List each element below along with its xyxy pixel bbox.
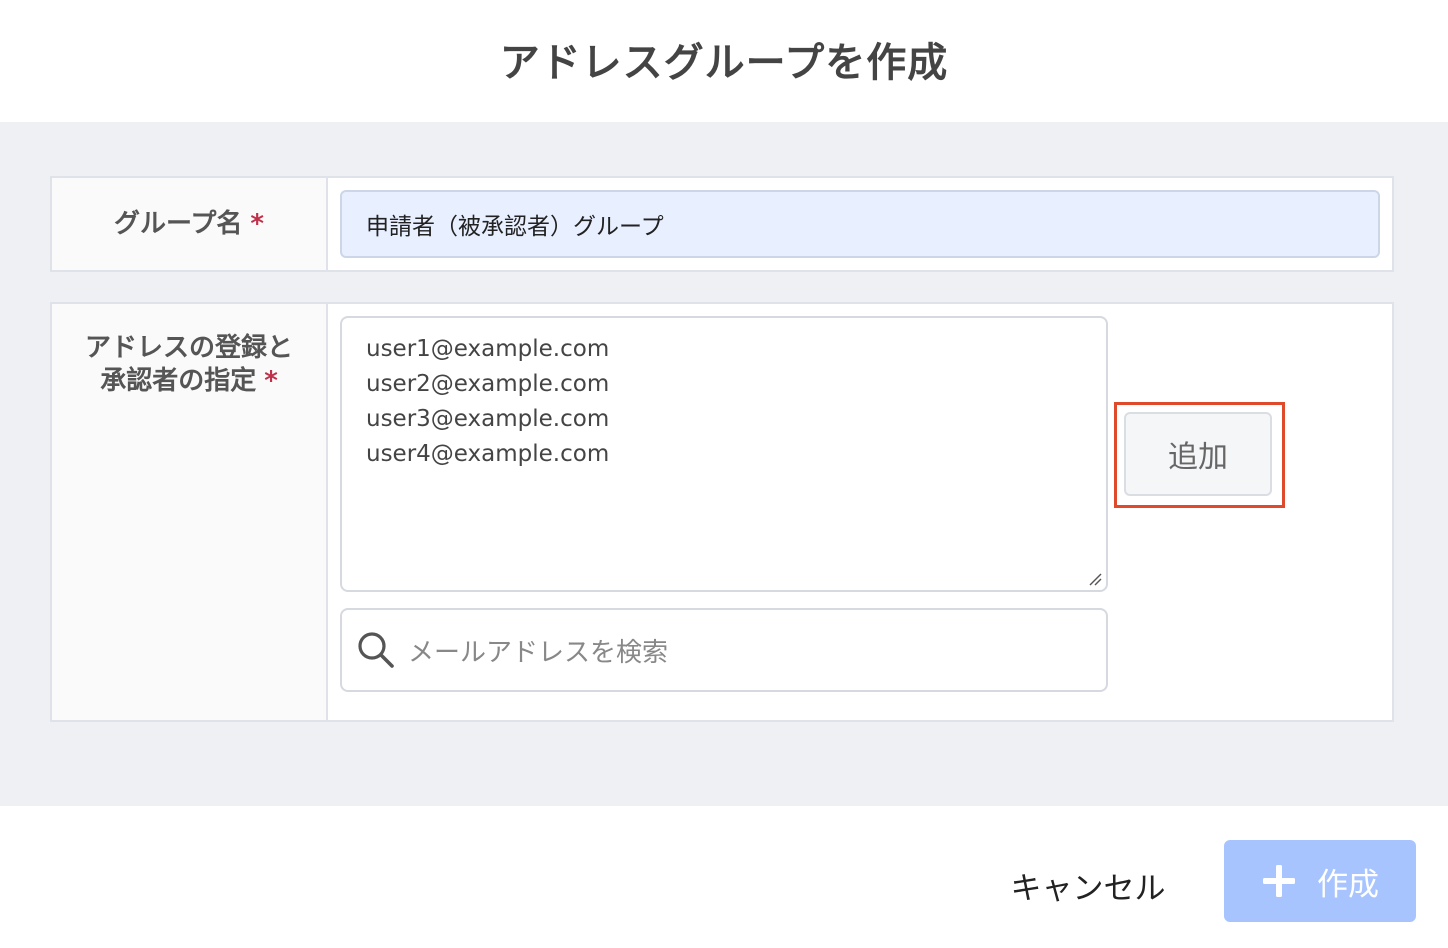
cancel-button[interactable]: キャンセル xyxy=(996,860,1180,910)
search-icon xyxy=(358,632,394,668)
cancel-button-label: キャンセル xyxy=(1010,870,1166,907)
dialog-header: アドレスグループを作成 xyxy=(0,0,1448,122)
plus-icon xyxy=(1263,865,1295,897)
email-line: user4@example.com xyxy=(366,441,610,467)
required-mark: * xyxy=(264,366,278,396)
address-label-line2: 承認者の指定 xyxy=(100,366,257,396)
email-search-input[interactable]: メールアドレスを検索 xyxy=(340,608,1108,692)
dialog-title: アドレスグループを作成 xyxy=(499,40,949,86)
email-line: user3@example.com xyxy=(366,406,610,432)
add-button-label: 追加 xyxy=(1168,440,1228,475)
address-row: アドレスの登録と 承認者の指定 * user1@example.com user2… xyxy=(50,302,1394,722)
address-label-line1: アドレスの登録と xyxy=(84,333,293,363)
dialog-body: グループ名 * 申請者（被承認者）グループ アドレスの登録と 承認者の指定 * us… xyxy=(0,122,1448,806)
create-button[interactable]: 作成 xyxy=(1224,840,1416,922)
group-name-field-cell: 申請者（被承認者）グループ xyxy=(328,178,1392,270)
email-line: user1@example.com xyxy=(366,336,610,362)
create-address-group-dialog: アドレスグループを作成 グループ名 * 申請者（被承認者）グループ アドレスの登録… xyxy=(0,0,1448,948)
group-name-input[interactable]: 申請者（被承認者）グループ xyxy=(340,190,1380,258)
group-name-label-cell: グループ名 * xyxy=(52,178,328,270)
address-textarea[interactable]: user1@example.com user2@example.com user… xyxy=(340,316,1108,592)
address-field-cell: user1@example.com user2@example.com user… xyxy=(328,304,1392,720)
group-name-value: 申請者（被承認者）グループ xyxy=(366,214,664,240)
search-placeholder: メールアドレスを検索 xyxy=(408,637,669,668)
group-name-label: グループ名 xyxy=(113,208,243,239)
dialog-footer: キャンセル 作成 xyxy=(0,806,1448,948)
address-label-cell: アドレスの登録と 承認者の指定 * xyxy=(52,304,328,720)
required-mark: * xyxy=(250,208,265,239)
resize-grip-icon[interactable] xyxy=(1088,572,1102,586)
email-line: user2@example.com xyxy=(366,371,610,397)
create-button-label: 作成 xyxy=(1317,866,1379,903)
add-button[interactable]: 追加 xyxy=(1124,412,1272,496)
group-name-row: グループ名 * 申請者（被承認者）グループ xyxy=(50,176,1394,272)
